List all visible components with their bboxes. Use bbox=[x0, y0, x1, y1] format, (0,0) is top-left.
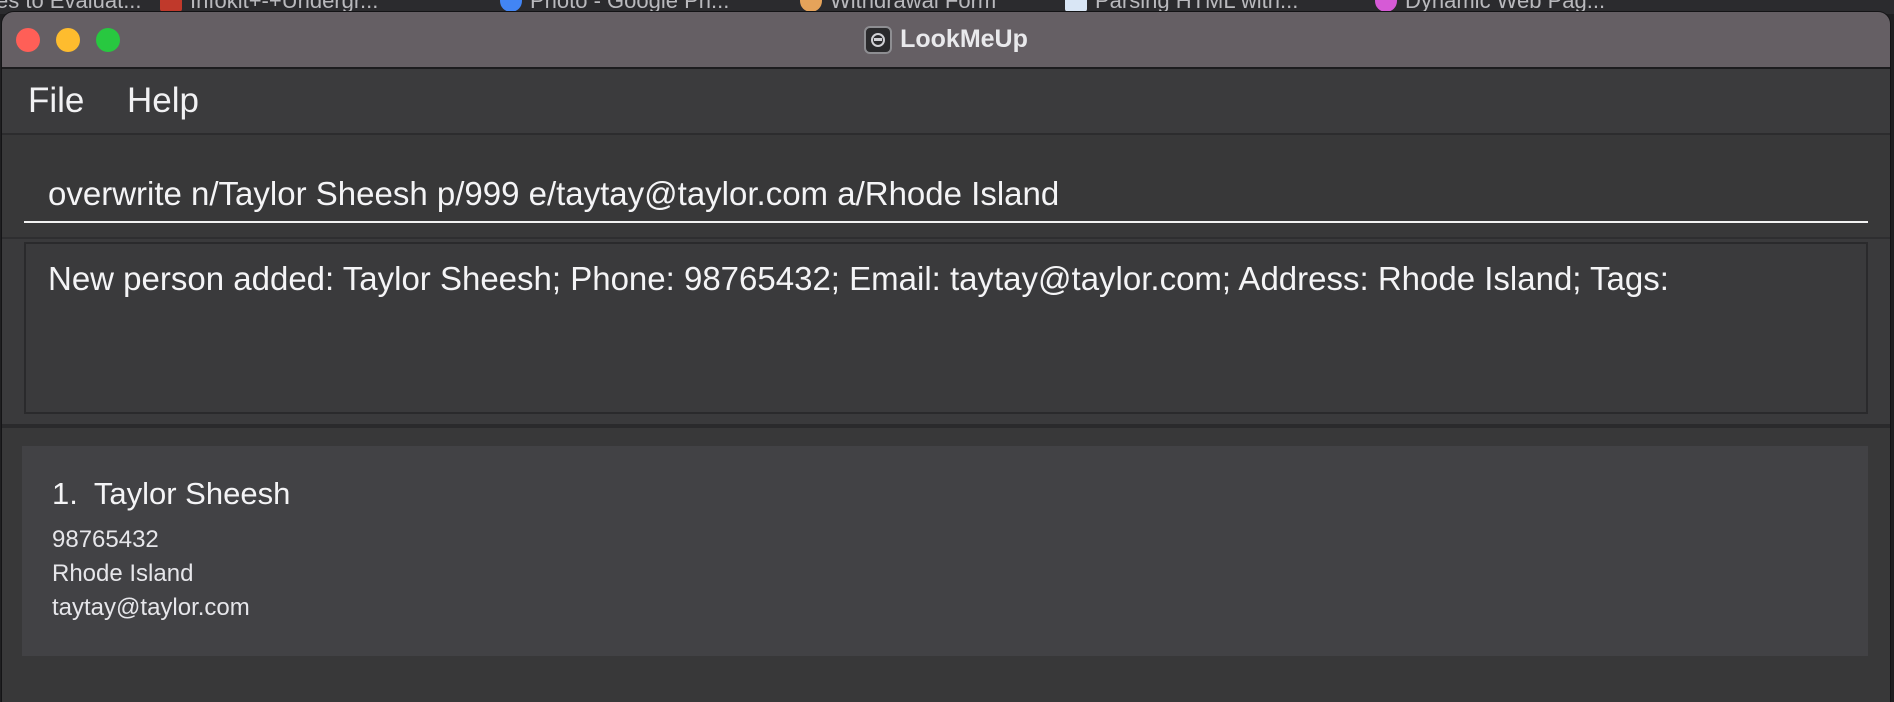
person-address: Rhode Island bbox=[52, 560, 194, 587]
person-index: 1. bbox=[52, 476, 78, 511]
tab-favicon-icon bbox=[1375, 0, 1397, 12]
menu-bar: File Help bbox=[2, 69, 1890, 135]
tab-favicon-icon bbox=[1065, 0, 1087, 12]
google-photos-icon bbox=[500, 0, 522, 12]
result-display: New person added: Taylor Sheesh; Phone: … bbox=[24, 242, 1868, 414]
person-card[interactable]: 1. Taylor Sheesh 98765432 Rhode Island t… bbox=[22, 446, 1868, 656]
person-phone: 98765432 bbox=[52, 526, 159, 553]
tab-favicon-icon bbox=[800, 0, 822, 12]
menu-file[interactable]: File bbox=[28, 69, 84, 133]
person-list-panel: 1. Taylor Sheesh 98765432 Rhode Island t… bbox=[2, 428, 1890, 702]
result-message: New person added: Taylor Sheesh; Phone: … bbox=[48, 260, 1669, 297]
tab-favicon-icon bbox=[160, 0, 182, 12]
app-logo-icon bbox=[871, 32, 886, 47]
menu-help[interactable]: Help bbox=[127, 69, 199, 133]
command-input[interactable] bbox=[24, 167, 1868, 223]
window-title-group: LookMeUp bbox=[2, 12, 1890, 67]
person-email: taytay@taylor.com bbox=[52, 594, 250, 621]
person-name: Taylor Sheesh bbox=[93, 476, 291, 511]
app-window: LookMeUp File Help New person added: Tay… bbox=[2, 12, 1890, 702]
person-name-row: 1. Taylor Sheesh bbox=[52, 476, 290, 512]
app-icon bbox=[864, 25, 893, 54]
command-box-panel bbox=[2, 135, 1890, 239]
window-title: LookMeUp bbox=[900, 25, 1028, 53]
window-titlebar[interactable]: LookMeUp bbox=[2, 12, 1890, 69]
